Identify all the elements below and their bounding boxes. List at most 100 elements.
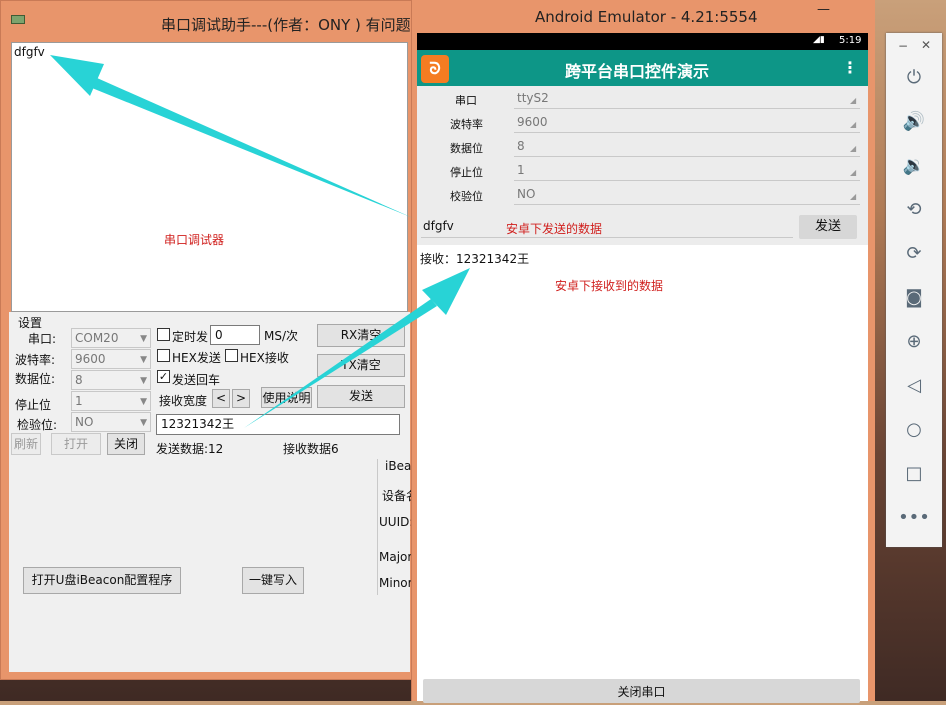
port-label: 串口: [28,332,57,346]
timed-unit-label: MS/次 [264,329,299,343]
android-databits-select[interactable]: 8 [517,139,857,153]
settings-panel: 设置 串口: COM20 ▼ 波特率: 9600 ▼ 数据位: 8 ▼ 停止位 1 ▼ … [9,312,410,459]
overflow-menu-icon[interactable]: ⋮ [842,58,858,77]
hex-send-label: HEX发送 [172,351,221,365]
one-key-write-button[interactable]: 一键写入 [242,567,304,594]
left-window-titlebar[interactable]: 串口调试助手---(作者：ONY ) 有问题 [1,1,413,41]
rx-clear-button[interactable]: RX清空 [317,324,405,347]
emulator-title: Android Emulator - 4.21:5554 [535,8,758,26]
recv-width-increase-button[interactable]: > [232,389,250,408]
android-parity-select[interactable]: NO [517,187,857,201]
uuid-label: UUID: [379,515,414,529]
stopbits-select[interactable]: 1 ▼ [71,391,151,411]
serial-debugger-annotation: 串口调试器 [164,233,225,247]
android-status-bar: ◢▮ 5:19 [417,33,868,50]
dropdown-arrow-icon: ◢ [850,168,857,177]
port-select[interactable]: COM20 ▼ [71,328,151,348]
power-icon[interactable]: ⏻ [886,67,942,88]
tx-clear-button[interactable]: TX清空 [317,354,405,377]
android-port-label: 串口 [455,94,477,107]
refresh-button[interactable]: 刷新 [11,433,41,455]
rotate-left-icon[interactable]: ⟲ [886,199,942,220]
hex-recv-label: HEX接收 [240,351,289,365]
dropdown-arrow-icon: ◢ [850,192,857,201]
rotate-right-icon[interactable]: ⟳ [886,243,942,264]
timed-send-checkbox[interactable] [157,328,170,341]
volume-down-icon[interactable]: 🔉 [886,155,942,176]
chevron-down-icon: ▼ [140,355,147,365]
recv-width-decrease-button[interactable]: < [212,389,230,408]
volume-up-icon[interactable]: 🔊 [886,111,942,132]
baud-label: 波特率: [15,353,56,367]
app-system-icon[interactable] [11,15,25,24]
stopbits-label: 停止位 [15,398,52,412]
baud-select[interactable]: 9600 ▼ [71,349,151,369]
chevron-down-icon: ▼ [140,418,147,428]
android-send-input[interactable]: dfgfv [423,219,454,233]
receive-text-area[interactable]: dfgfv 串口调试器 [11,42,408,312]
open-ibeacon-button[interactable]: 打开U盘iBeacon配置程序 [23,567,181,594]
chevron-down-icon: ▼ [140,334,147,344]
emulator-minimize-button[interactable]: — [817,2,830,17]
timed-send-label: 定时发 [172,330,209,344]
timed-send-input[interactable]: 0 [210,325,260,345]
hex-recv-checkbox[interactable] [225,349,238,362]
android-stopbits-label: 停止位 [450,166,483,179]
send-text-input[interactable]: 12321342王 [156,414,400,435]
chevron-down-icon: ▼ [140,397,147,407]
ibeacon-label: iBea [385,459,412,473]
recv-count: 接收数据6 [283,442,339,456]
sidebar-close-button[interactable]: ✕ [921,38,931,52]
status-time: 5:19 [839,35,862,46]
android-screen: ◢▮ 5:19 ᘐ 跨平台串口控件演示 ⋮ 串口 ttyS2 ◢ 波特率 960… [417,33,868,703]
serial-debug-window: 串口调试助手---(作者：ONY ) 有问题 dfgfv 串口调试器 设置 串口… [0,0,418,680]
open-port-button[interactable]: 打开 [51,433,101,455]
parity-label: 检验位: [17,418,58,432]
dropdown-arrow-icon: ◢ [850,120,857,129]
row-divider [514,108,860,109]
parity-select-value: NO [75,415,94,429]
send-cr-label: 发送回车 [172,373,221,387]
android-send-annotation: 安卓下发送的数据 [506,222,603,236]
android-databits-label: 数据位 [450,142,483,155]
more-icon[interactable]: ••• [886,507,942,528]
left-window-title: 串口调试助手---(作者：ONY ) 有问题 [161,16,411,34]
overview-icon[interactable]: □ [886,463,942,484]
android-stopbits-select[interactable]: 1 [517,163,857,177]
signal-battery-icon: ◢▮ [813,35,825,45]
send-cr-checkbox[interactable]: ✓ [157,370,170,383]
dropdown-arrow-icon: ◢ [850,144,857,153]
parity-select[interactable]: NO ▼ [71,412,151,432]
row-divider [514,180,860,181]
camera-icon[interactable]: ◙ [886,287,942,308]
ibeacon-panel: 打开U盘iBeacon配置程序 一键写入 iBea 设备名 UUID: Majo… [9,459,418,672]
sidebar-minimize-button[interactable]: − [898,39,908,53]
home-icon[interactable]: ○ [886,419,942,440]
sent-count: 发送数据:12 [156,442,224,456]
databits-label: 数据位: [15,372,56,386]
settings-group-label: 设置 [18,316,43,330]
send-button[interactable]: 发送 [317,385,405,408]
row-divider [514,132,860,133]
android-baud-select[interactable]: 9600 [517,115,857,129]
hex-send-checkbox[interactable] [157,349,170,362]
close-port-button[interactable]: 关闭 [107,433,145,455]
back-icon[interactable]: ◁ [886,375,942,396]
databits-select[interactable]: 8 ▼ [71,370,151,390]
android-settings-block: 串口 ttyS2 ◢ 波特率 9600 ◢ 数据位 8 ◢ 停止位 1 ◢ 校验… [417,86,868,211]
receive-text: dfgfv [14,45,45,59]
app-title: 跨平台串口控件演示 [565,62,710,81]
android-send-row: dfgfv 安卓下发送的数据 发送 [417,211,868,245]
recv-width-label: 接收宽度 [159,394,208,408]
android-port-select[interactable]: ttyS2 [517,91,857,105]
android-send-button[interactable]: 发送 [799,215,857,239]
close-port-button-android[interactable]: 关闭串口 [423,679,860,703]
row-divider [514,156,860,157]
app-launcher-icon: ᘐ [421,55,449,83]
android-received-text: 接收：12321342王 [420,252,530,266]
baud-select-value: 9600 [75,352,106,366]
help-button[interactable]: 使用说明 [261,387,312,408]
emulator-sidebar: − ✕ ⏻ 🔊 🔉 ⟲ ⟳ ◙ ⊕ ◁ ○ □ ••• [886,33,942,547]
zoom-icon[interactable]: ⊕ [886,331,942,352]
android-parity-label: 校验位 [450,190,483,203]
